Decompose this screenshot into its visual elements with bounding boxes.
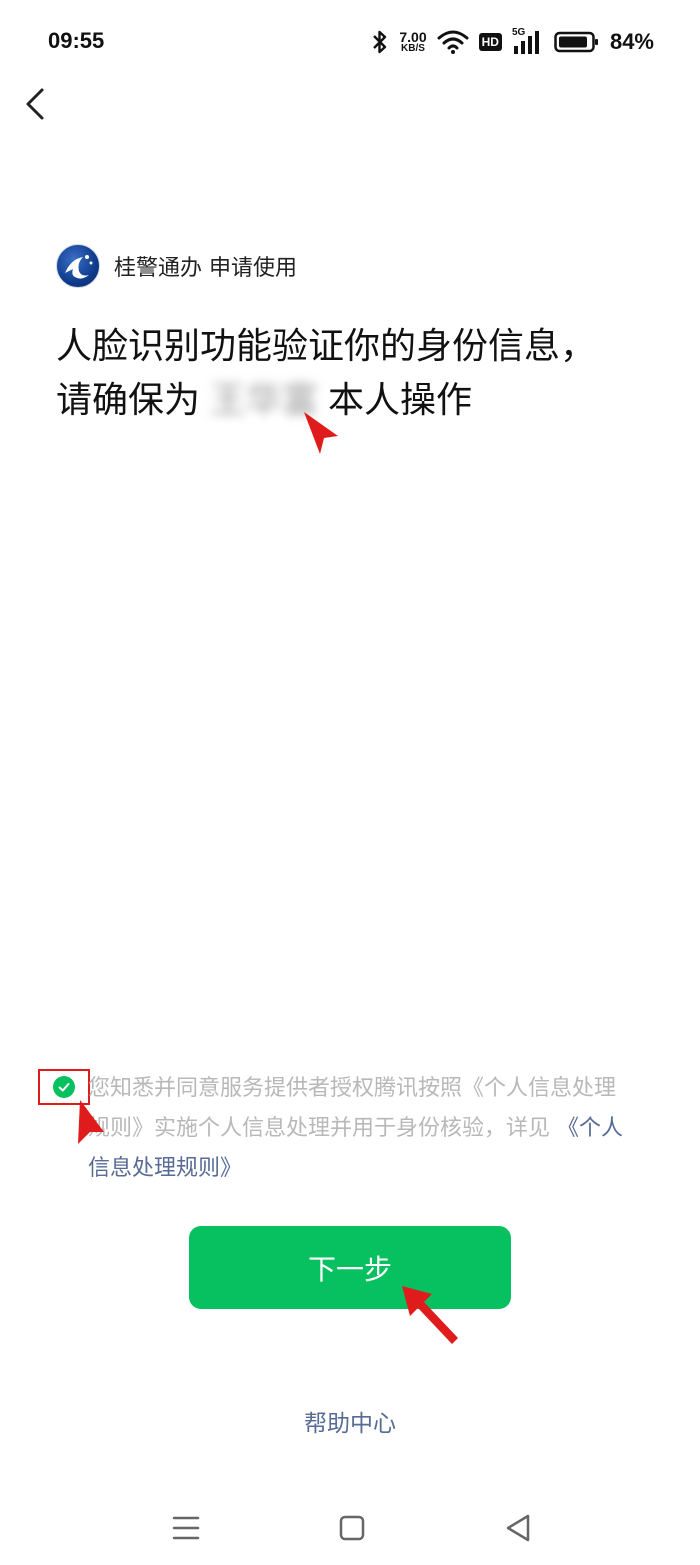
headline-suffix: 本人操作 bbox=[328, 380, 473, 421]
consent-statement: 您知悉并同意服务提供者授权腾讯按照《个人信息处理规则》实施个人信息处理并用于身份… bbox=[88, 1076, 617, 1141]
hd-badge: HD bbox=[478, 33, 502, 51]
bluetooth-icon bbox=[373, 30, 387, 54]
status-time: 09:55 bbox=[48, 28, 105, 53]
nav-back-button[interactable] bbox=[496, 1506, 540, 1550]
network-speed-unit: KB/S bbox=[401, 43, 425, 54]
battery-icon bbox=[554, 31, 598, 53]
headline-prefix: 请确保为 bbox=[56, 380, 201, 421]
status-bar: 09:55 7.00 KB/S HD 5G 84% bbox=[0, 0, 700, 86]
headline-line1: 人脸识别功能验证你的身份信息， bbox=[56, 326, 597, 367]
network-speed: 7.00 KB/S bbox=[399, 30, 426, 54]
nav-home-button[interactable] bbox=[330, 1506, 374, 1550]
menu-icon bbox=[172, 1516, 200, 1540]
headline-line2: 请确保为 王华富 本人操作 bbox=[56, 374, 596, 428]
system-nav-bar bbox=[0, 1490, 700, 1565]
nav-menu-button[interactable] bbox=[164, 1506, 208, 1550]
consent-text: 您知悉并同意服务提供者授权腾讯按照《个人信息处理规则》实施个人信息处理并用于身份… bbox=[88, 1069, 628, 1189]
back-button[interactable] bbox=[18, 84, 58, 124]
chevron-left-icon bbox=[26, 88, 44, 120]
battery-percent: 84% bbox=[609, 29, 654, 54]
triangle-back-icon bbox=[506, 1514, 530, 1542]
network-speed-value: 7.00 bbox=[399, 29, 427, 45]
page-title: 人脸识别功能验证你的身份信息， 请确保为 王华富 本人操作 bbox=[56, 320, 596, 428]
consent-checkbox[interactable] bbox=[38, 1069, 90, 1105]
masked-user-name: 王华富 bbox=[210, 380, 319, 421]
wifi-icon bbox=[437, 30, 469, 54]
next-step-button[interactable]: 下一步 bbox=[189, 1226, 511, 1309]
app-request-row: 桂警通办 申请使用 bbox=[56, 244, 297, 288]
help-center-link[interactable]: 帮助中心 bbox=[0, 1404, 700, 1438]
cellular-signal-icon: 5G bbox=[512, 27, 544, 55]
request-text: 申请使用 bbox=[209, 256, 298, 281]
app-request-text: 桂警通办 申请使用 bbox=[114, 250, 297, 282]
square-icon bbox=[339, 1515, 365, 1541]
app-logo-icon bbox=[56, 244, 100, 288]
app-name: 桂警通办 bbox=[114, 256, 203, 281]
check-icon bbox=[53, 1076, 75, 1098]
status-icons: 7.00 KB/S HD 5G 84% bbox=[371, 24, 654, 60]
